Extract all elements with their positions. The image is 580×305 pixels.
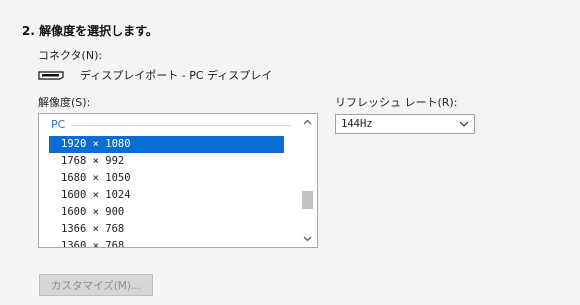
vertical-scrollbar[interactable] [299, 115, 316, 246]
chevron-down-icon [459, 121, 469, 127]
refresh-rate-value: 144Hz [341, 118, 373, 130]
resolution-item[interactable]: 1600 × 1024 [49, 187, 284, 204]
resolution-item[interactable]: 1920 × 1080 [49, 136, 284, 153]
step-title: 2. 解像度を選択します。 [22, 24, 158, 38]
connector-value: ディスプレイポート - PC ディスプレイ [80, 69, 273, 82]
displayport-icon [38, 70, 64, 80]
resolution-item[interactable]: 1680 × 1050 [49, 170, 284, 187]
resolution-list: 1920 × 1080 1768 × 992 1680 × 1050 1600 … [49, 136, 284, 247]
resolution-item[interactable]: 1360 × 768 [49, 238, 284, 247]
connector-label: コネクタ(N): [38, 49, 103, 62]
resolution-label: 解像度(S): [38, 96, 91, 109]
customize-button[interactable]: カスタマイズ(M)... [39, 274, 153, 296]
scroll-down-arrow-icon[interactable] [299, 232, 316, 246]
resolution-item[interactable]: 1366 × 768 [49, 221, 284, 238]
scroll-up-arrow-icon[interactable] [299, 115, 316, 129]
resolution-item[interactable]: 1600 × 900 [49, 204, 284, 221]
group-divider [71, 125, 291, 126]
group-header: PC [51, 118, 66, 131]
scroll-thumb[interactable] [302, 191, 313, 209]
resolution-item[interactable]: 1768 × 992 [49, 153, 284, 170]
refresh-rate-select[interactable]: 144Hz [335, 114, 475, 134]
connector-row: ディスプレイポート - PC ディスプレイ [38, 67, 272, 83]
refresh-rate-label: リフレッシュ レート(R): [335, 96, 458, 109]
resolution-listbox[interactable]: PC 1920 × 1080 1768 × 992 1680 × 1050 16… [38, 113, 318, 248]
